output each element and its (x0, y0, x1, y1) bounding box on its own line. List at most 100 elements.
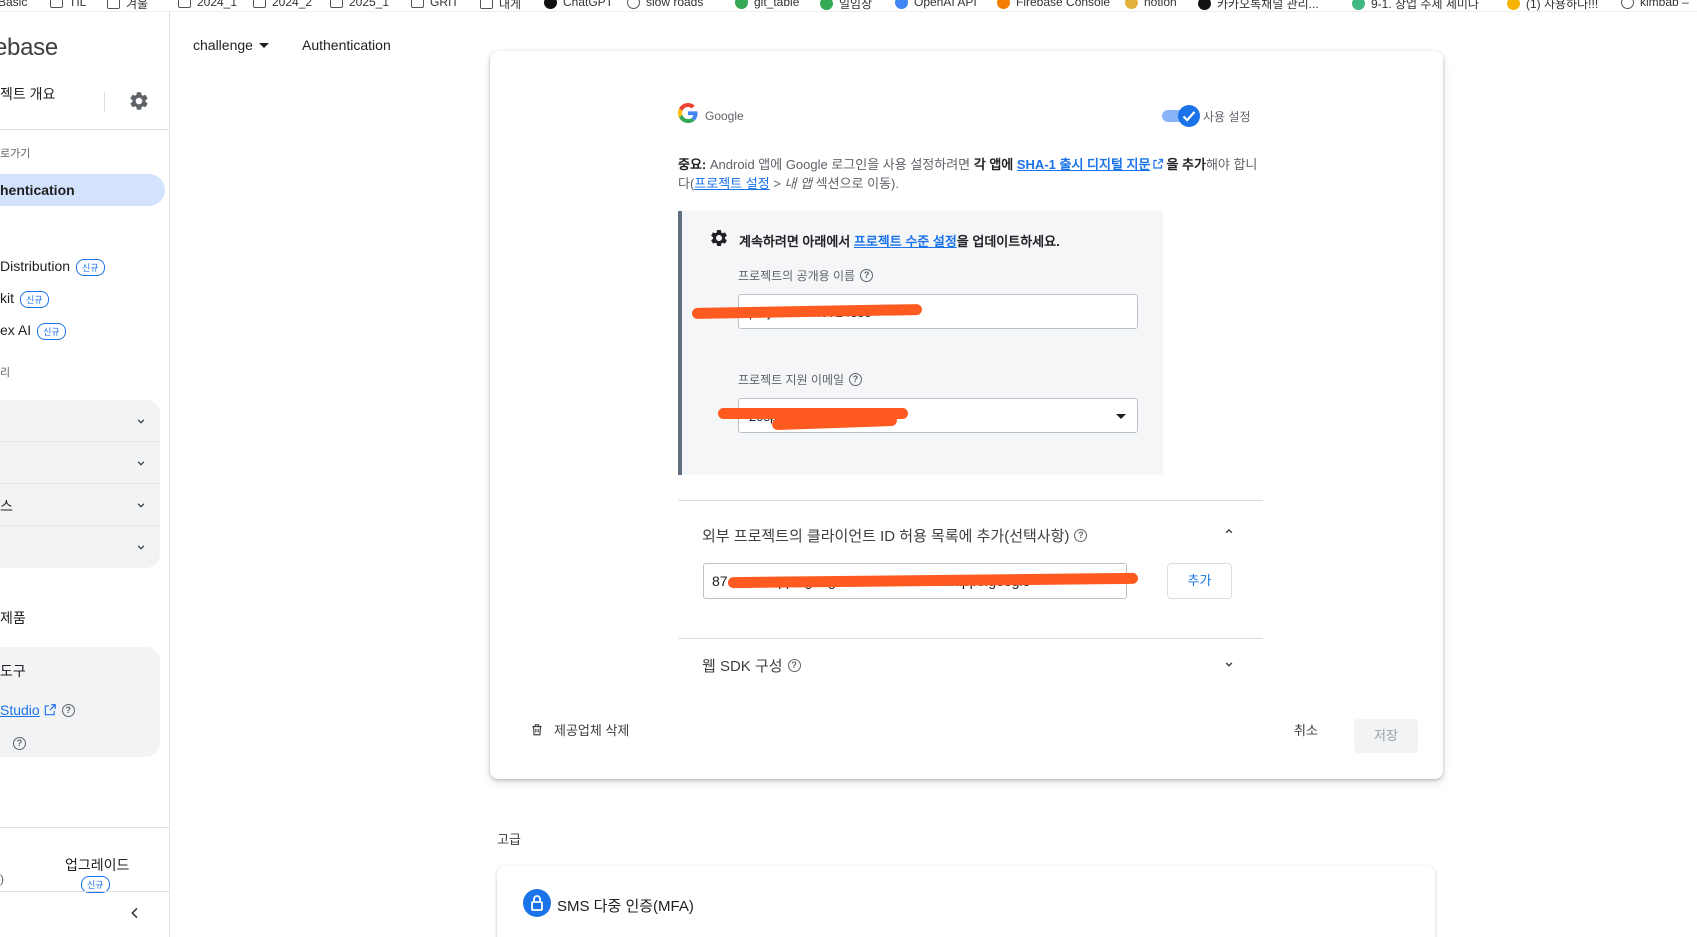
bookmark-item[interactable]: 카카오톡채널 관리... (1198, 0, 1319, 11)
bookmark-label: 2024_2 (272, 0, 313, 9)
sidebar-item-app-distribution[interactable]: Distribution 신규 (0, 258, 105, 276)
folder-icon (107, 0, 120, 9)
all-products-link[interactable]: 제품 (0, 608, 26, 628)
bookmark-label: 카카오톡채널 관리... (1217, 0, 1319, 11)
sheet-icon (820, 0, 833, 10)
project-name: challenge (193, 37, 253, 53)
project-level-settings-link[interactable]: 프로젝트 수준 설정 (854, 234, 957, 249)
bookmark-item[interactable]: slow roads (627, 0, 703, 9)
help-icon[interactable]: ? (849, 373, 863, 386)
bookmark-item[interactable]: GRIT (411, 0, 459, 9)
folder-icon (480, 0, 493, 9)
bookmark-item[interactable]: TIL (50, 0, 86, 9)
slowroads-icon (627, 0, 640, 9)
delete-provider-label: 제공업체 삭제 (554, 723, 630, 738)
panel-title-prefix: 계속하려면 아래에서 (739, 234, 854, 249)
tool-help-row: ? (8, 733, 26, 751)
category-group-analytics[interactable]: 스 (0, 484, 160, 526)
sms-mfa-card[interactable]: SMS 다중 인증(MFA) (497, 866, 1435, 937)
sha1-notice: 중요: Android 앱에 Google 로그인을 사용 설정하려면 각 앱에… (678, 155, 1268, 193)
bookmark-label: 대게 (499, 0, 522, 11)
studio-link-row[interactable]: Studio ? (0, 702, 75, 718)
bookmark-item[interactable]: (1) 사용하나!!! (1507, 0, 1598, 11)
upgrade-link[interactable]: 업그레이드 (65, 855, 129, 875)
bookmark-label: 일임장 (839, 0, 873, 11)
notice-text: Android 앱에 Google 로그인을 사용 설정하려면 (706, 157, 974, 172)
bookmark-item[interactable]: OpenAI API (895, 0, 977, 9)
sidebar-separator (0, 827, 170, 828)
studio-link[interactable]: Studio (0, 702, 40, 718)
bookmark-label: TIL (69, 0, 87, 9)
folder-icon (253, 0, 266, 8)
firebase-brand[interactable]: ebase (0, 34, 58, 62)
bookmark-label: 2025_1 (349, 0, 390, 9)
bookmark-item[interactable]: 2024_2 (253, 0, 312, 9)
bookmark-item[interactable]: 겨울 (107, 0, 148, 11)
product-category-groups: 스 (0, 400, 160, 568)
field-label-text: 프로젝트 지원 이메일 (738, 373, 845, 387)
project-selector[interactable]: challenge (193, 37, 269, 53)
project-settings-link[interactable]: 프로젝트 설정 (694, 176, 769, 191)
bookmark-item[interactable]: 대게 (480, 0, 522, 11)
notice-text: 섹션으로 이동). (812, 176, 899, 191)
mfa-title: SMS 다중 인증(MFA) (557, 898, 694, 915)
client-id-section-header[interactable]: 외부 프로젝트의 클라이언트 ID 허용 목록에 추가(선택사항)? (702, 525, 1088, 546)
help-icon[interactable]: ? (13, 737, 26, 750)
tools-title: 도구 (0, 663, 26, 679)
bookmark-item[interactable]: 2024_1 (178, 0, 237, 9)
advanced-section-label: 고급 (497, 832, 521, 847)
bookmark-item[interactable]: kimbab – (1621, 0, 1689, 9)
notice-bold: 각 앱에 (973, 157, 1014, 172)
bookmark-label: OpenAI API (914, 0, 977, 9)
sidebar-item-authentication[interactable]: hentication (0, 174, 165, 206)
notice-prefix: 중요: (678, 157, 707, 172)
category-group-build[interactable] (0, 400, 160, 442)
openai-icon (895, 0, 908, 9)
settings-gear-icon[interactable] (128, 90, 150, 112)
chevron-down-icon[interactable] (1222, 657, 1236, 671)
bookmark-item[interactable]: git_table (735, 0, 799, 9)
project-overview-link[interactable]: 젝트 개요 (0, 84, 55, 104)
web-sdk-section-header[interactable]: 웹 SDK 구성? (702, 655, 801, 676)
help-icon[interactable]: ? (1074, 529, 1088, 542)
collapse-sidebar-icon[interactable] (127, 905, 143, 921)
firebase-icon (997, 0, 1010, 9)
bookmark-item[interactable]: notion (1125, 0, 1177, 9)
bookmark-item[interactable]: 9-1. 창업 주제 세미나 (1352, 0, 1479, 11)
cancel-button[interactable]: 취소 (1294, 720, 1318, 739)
bookmark-item[interactable]: Basic (0, 0, 27, 9)
help-icon[interactable]: ? (61, 703, 75, 717)
trash-icon (532, 724, 542, 736)
category-group-run[interactable] (0, 442, 160, 484)
notice-bold: 을 추가 (1166, 157, 1206, 172)
sidebar-item-genkit[interactable]: kit 신규 (0, 290, 49, 308)
chevron-up-icon[interactable] (1222, 524, 1236, 538)
sheet-icon (735, 0, 748, 9)
sidebar-separator (0, 129, 170, 130)
caret-down-icon (258, 42, 269, 48)
sidebar-item-vertex-ai[interactable]: ex AI 신규 (0, 322, 66, 340)
sha1-fingerprint-link[interactable]: SHA-1 출시 디지털 지문 (1017, 157, 1151, 172)
new-badge: 신규 (37, 322, 66, 340)
tools-box: 도구 Studio ? ? (0, 647, 160, 757)
help-icon[interactable]: ? (787, 659, 801, 672)
help-icon[interactable]: ? (860, 269, 874, 282)
bookmark-item[interactable]: ChatGPT (544, 0, 613, 9)
sidebar-item-label: ex AI (0, 322, 32, 338)
category-group-ai[interactable] (0, 526, 160, 568)
delete-provider-button[interactable]: 제공업체 삭제 (530, 720, 629, 739)
enable-toggle[interactable] (1162, 105, 1200, 127)
plan-label: ) (0, 872, 4, 886)
bookmark-label: notion (1144, 0, 1177, 9)
bookmark-item[interactable]: Firebase Console (997, 0, 1110, 9)
toggle-knob (1178, 105, 1200, 127)
add-client-id-button[interactable]: 추가 (1167, 563, 1232, 599)
kakao-icon (1198, 0, 1211, 10)
bookmarks-bar: Basic TIL 겨울 2024_1 2024_2 2025_1 GRIT 대게 ChatGP… (0, 0, 1697, 12)
bookmark-item[interactable]: 2025_1 (330, 0, 389, 9)
bookmark-item[interactable]: 일임장 (820, 0, 873, 11)
sidebar-separator (0, 891, 170, 892)
chevron-down-icon (137, 419, 145, 424)
save-button[interactable]: 저장 (1354, 719, 1418, 753)
notice-italic: 내 앱 (784, 176, 813, 191)
